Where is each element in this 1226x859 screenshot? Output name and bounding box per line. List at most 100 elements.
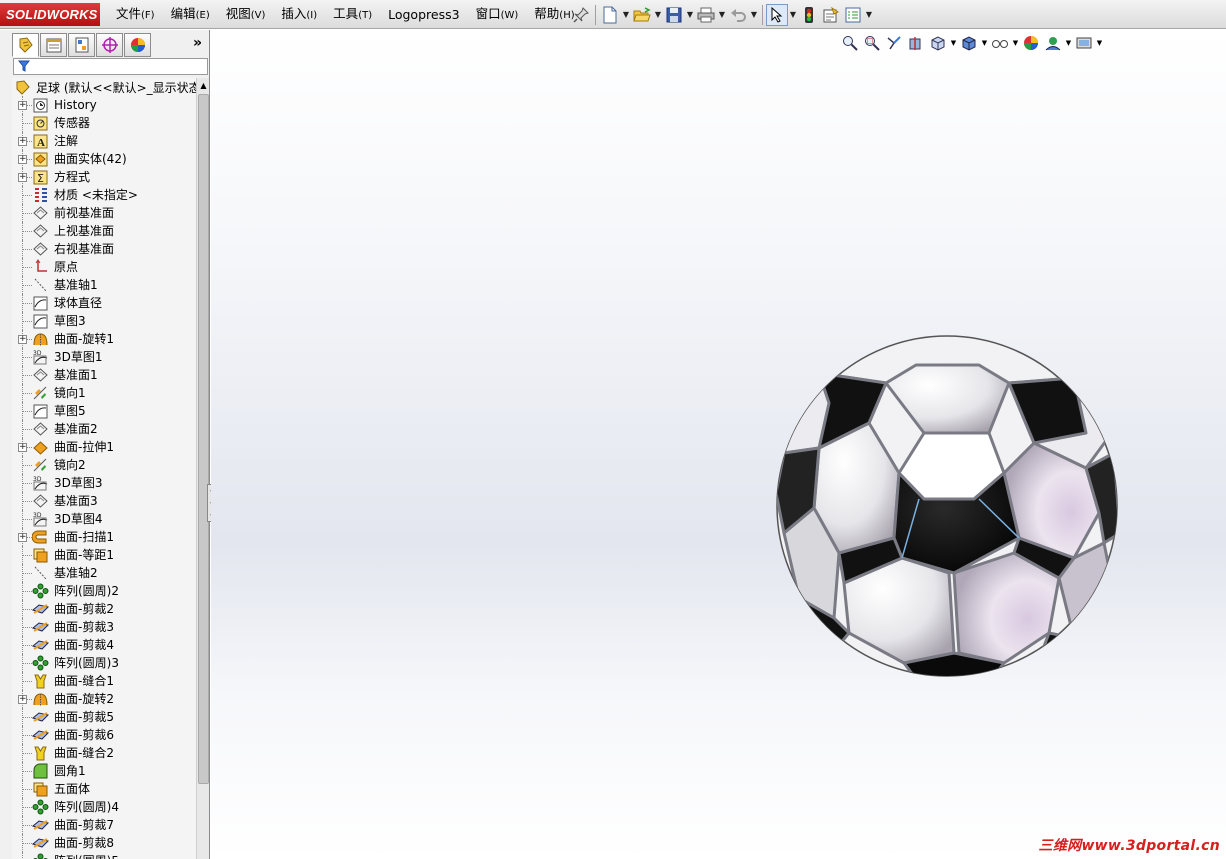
hide-show-dropdown-icon[interactable]: ▼ xyxy=(1011,39,1020,47)
tree-item[interactable]: 3D 3D草图4 xyxy=(12,510,196,528)
tree-item[interactable]: + A 注解 xyxy=(12,132,196,150)
tab-configuration-manager[interactable] xyxy=(68,33,95,57)
tree-scrollbar[interactable]: ▲ xyxy=(196,78,209,859)
tab-dimxpert-manager[interactable] xyxy=(96,33,123,57)
tab-property-manager[interactable] xyxy=(40,33,67,57)
tree-item[interactable]: 曲面-剪裁4 xyxy=(12,636,196,654)
menu-edit[interactable]: 编辑(E) xyxy=(163,0,218,30)
tree-item[interactable]: 3D 3D草图1 xyxy=(12,348,196,366)
edit-appearance-icon[interactable] xyxy=(1020,32,1042,54)
scroll-thumb[interactable] xyxy=(198,94,209,784)
tree-item[interactable]: 阵列(圆周)4 xyxy=(12,798,196,816)
tree-item[interactable]: 基准轴1 xyxy=(12,276,196,294)
menu-file[interactable]: 文件(F) xyxy=(108,0,163,30)
tree-item[interactable]: 曲面-剪裁5 xyxy=(12,708,196,726)
panel-expand-button[interactable]: » xyxy=(193,35,202,51)
tree-item[interactable]: + Σ 方程式 xyxy=(12,168,196,186)
print-dropdown-icon[interactable]: ▼ xyxy=(717,4,727,26)
tree-item[interactable]: 曲面-剪裁2 xyxy=(12,600,196,618)
tree-item[interactable]: + 曲面-旋转2 xyxy=(12,690,196,708)
section-view-icon[interactable] xyxy=(905,32,927,54)
undo-dropdown-icon[interactable]: ▼ xyxy=(749,4,759,26)
tree-item[interactable]: 曲面-剪裁6 xyxy=(12,726,196,744)
tree-item[interactable]: + 曲面-扫描1 xyxy=(12,528,196,546)
tree-item[interactable]: 上视基准面 xyxy=(12,222,196,240)
new-document-icon[interactable] xyxy=(599,4,621,26)
tree-item[interactable]: 曲面-等距1 xyxy=(12,546,196,564)
expand-plus-icon[interactable]: + xyxy=(18,533,27,542)
tree-item[interactable]: 五面体 xyxy=(12,780,196,798)
expand-plus-icon[interactable]: + xyxy=(18,101,27,110)
expand-plus-icon[interactable]: + xyxy=(18,155,27,164)
tree-item[interactable]: 曲面-剪裁7 xyxy=(12,816,196,834)
view-settings-dropdown-icon[interactable]: ▼ xyxy=(1095,39,1104,47)
tree-item[interactable]: 阵列(圆周)5 xyxy=(12,852,196,859)
display-style-icon[interactable] xyxy=(958,32,980,54)
expand-plus-icon[interactable]: + xyxy=(18,335,27,344)
tab-feature-manager[interactable] xyxy=(12,33,39,57)
tree-item[interactable]: 草图5 xyxy=(12,402,196,420)
tree-item[interactable]: 阵列(圆周)3 xyxy=(12,654,196,672)
new-dropdown-icon[interactable]: ▼ xyxy=(621,4,631,26)
expand-plus-icon[interactable]: + xyxy=(18,443,27,452)
menu-tools[interactable]: 工具(T) xyxy=(325,0,380,30)
expand-plus-icon[interactable]: + xyxy=(18,695,27,704)
apply-scene-icon[interactable] xyxy=(1042,32,1064,54)
open-folder-icon[interactable] xyxy=(631,4,653,26)
rebuild-traffic-light-icon[interactable] xyxy=(798,4,820,26)
menu-window[interactable]: 窗口(W) xyxy=(468,0,527,30)
apply-scene-dropdown-icon[interactable]: ▼ xyxy=(1064,39,1073,47)
options-dropdown-icon[interactable]: ▼ xyxy=(864,4,874,26)
tree-item[interactable]: 镜向2 xyxy=(12,456,196,474)
tree-item[interactable]: 3D 3D草图3 xyxy=(12,474,196,492)
open-dropdown-icon[interactable]: ▼ xyxy=(653,4,663,26)
graphics-area[interactable]: ▼ ▼ ▼ ▼ ▼ 三维网www.3dportal.cn xyxy=(211,30,1226,859)
tree-item[interactable]: 圆角1 xyxy=(12,762,196,780)
tree-item[interactable]: 曲面-缝合1 xyxy=(12,672,196,690)
soccer-ball-model[interactable] xyxy=(774,333,1120,679)
view-orientation-dropdown-icon[interactable]: ▼ xyxy=(949,39,958,47)
save-dropdown-icon[interactable]: ▼ xyxy=(685,4,695,26)
display-style-dropdown-icon[interactable]: ▼ xyxy=(980,39,989,47)
solidworks-logo[interactable]: SOLIDWORKS xyxy=(0,3,100,26)
menu-view[interactable]: 视图(V) xyxy=(218,0,274,30)
tree-item[interactable]: 球体直径 xyxy=(12,294,196,312)
options-icon[interactable] xyxy=(842,4,864,26)
select-dropdown-icon[interactable]: ▼ xyxy=(788,4,798,26)
tree-item[interactable]: 前视基准面 xyxy=(12,204,196,222)
tab-display-manager[interactable] xyxy=(124,33,151,57)
menu-logopress[interactable]: Logopress3 xyxy=(380,0,467,29)
view-orientation-icon[interactable] xyxy=(927,32,949,54)
hide-show-items-icon[interactable] xyxy=(989,32,1011,54)
tree-item[interactable]: + History xyxy=(12,96,196,114)
tree-item[interactable]: 传感器 xyxy=(12,114,196,132)
tree-root-part[interactable]: 足球 (默认<<默认>_显示状态 xyxy=(14,78,196,96)
tree-item[interactable]: 镜向1 xyxy=(12,384,196,402)
previous-view-icon[interactable] xyxy=(883,32,905,54)
save-icon[interactable] xyxy=(663,4,685,26)
view-settings-icon[interactable] xyxy=(1073,32,1095,54)
pin-icon[interactable] xyxy=(570,4,592,26)
print-icon[interactable] xyxy=(695,4,717,26)
tree-item[interactable]: + 曲面-旋转1 xyxy=(12,330,196,348)
zoom-to-area-icon[interactable] xyxy=(861,32,883,54)
tree-item[interactable]: + 曲面-拉伸1 xyxy=(12,438,196,456)
select-pointer-icon[interactable] xyxy=(766,3,788,26)
tree-item[interactable]: 曲面-剪裁3 xyxy=(12,618,196,636)
tree-item[interactable]: 曲面-剪裁8 xyxy=(12,834,196,852)
file-properties-icon[interactable] xyxy=(820,4,842,26)
tree-item[interactable]: 基准面1 xyxy=(12,366,196,384)
tree-item[interactable]: 原点 xyxy=(12,258,196,276)
expand-plus-icon[interactable]: + xyxy=(18,173,27,182)
tree-item[interactable]: 基准面3 xyxy=(12,492,196,510)
zoom-to-fit-icon[interactable] xyxy=(839,32,861,54)
expand-plus-icon[interactable]: + xyxy=(18,137,27,146)
tree-item[interactable]: + 曲面实体(42) xyxy=(12,150,196,168)
tree-item[interactable]: 基准面2 xyxy=(12,420,196,438)
scroll-up-arrow-icon[interactable]: ▲ xyxy=(197,78,210,94)
tree-filter-input[interactable] xyxy=(13,58,208,75)
tree-item[interactable]: 基准轴2 xyxy=(12,564,196,582)
tree-item[interactable]: 草图3 xyxy=(12,312,196,330)
tree-item[interactable]: 阵列(圆周)2 xyxy=(12,582,196,600)
menu-insert[interactable]: 插入(I) xyxy=(273,0,325,30)
